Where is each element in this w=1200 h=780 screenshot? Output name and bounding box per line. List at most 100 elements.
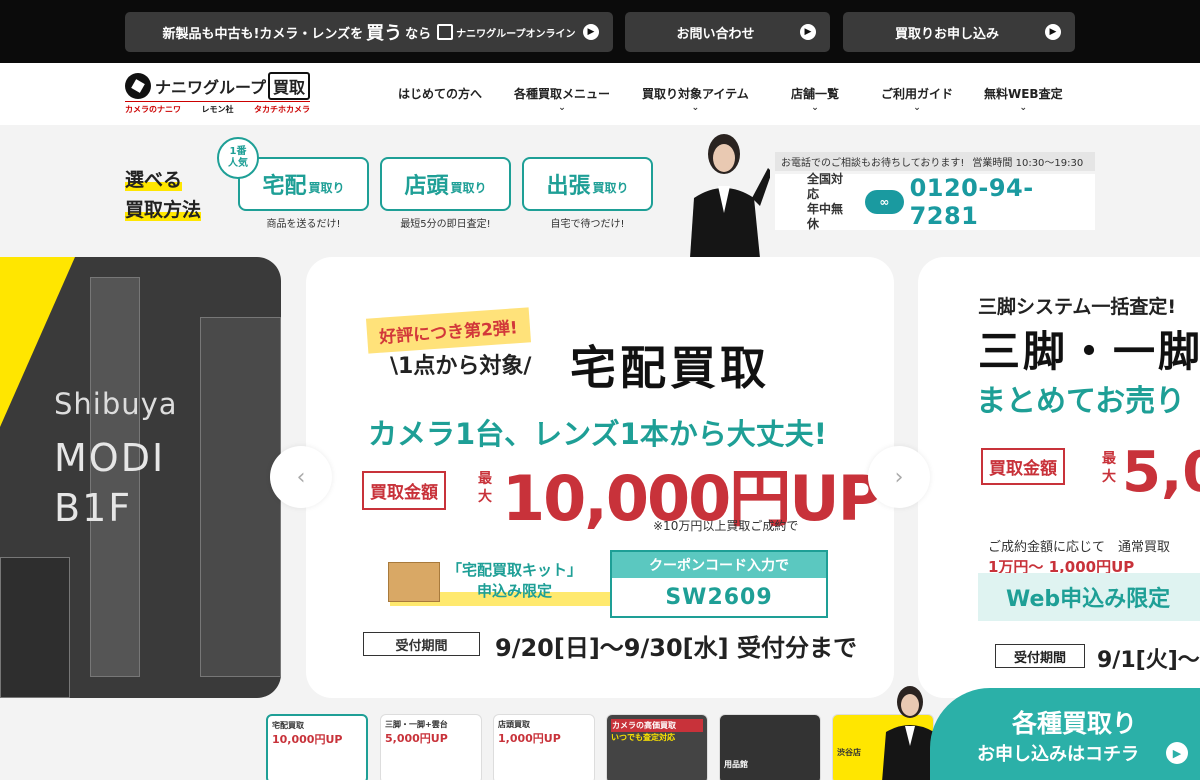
campaign-subtitle: カメラ1台、レンズ1本から大丈夫! bbox=[368, 417, 828, 451]
thumbnail-4[interactable]: カメラの高価買取 いつでも査定対応 bbox=[606, 714, 708, 780]
carousel-prev-button[interactable]: ‹ bbox=[270, 446, 332, 508]
thumb-title: 三脚・一脚+雲台 bbox=[385, 720, 448, 729]
method-caption: 自宅で待つだけ! bbox=[550, 219, 625, 230]
chevron-down-icon: ⌄ bbox=[558, 103, 566, 113]
max-label: 最大 bbox=[478, 471, 492, 505]
nav-label: 各種買取メニュー bbox=[514, 87, 611, 101]
nav-label: 店舗一覧 bbox=[791, 87, 840, 101]
methods-heading-line1: 選べる bbox=[125, 169, 183, 191]
sub-brands: カメラのナニワ レモン社 タカチホカメラ bbox=[125, 101, 310, 117]
method-sub: 買取り bbox=[592, 180, 629, 195]
arrow-right-icon: ▶ bbox=[1166, 742, 1188, 764]
thumbnail-3[interactable]: 店頭買取 1,000円UP bbox=[493, 714, 595, 780]
phone-bubble: お電話でのご相談もお待ちしております! 営業時間 10:30〜19:30 bbox=[775, 152, 1095, 171]
store-shelf bbox=[200, 317, 281, 677]
arrow-right-icon: ▶ bbox=[800, 24, 816, 40]
popular-badge: 1番 人気 bbox=[217, 137, 259, 179]
phone-number[interactable]: 0120-94-7281 bbox=[910, 174, 1095, 230]
method-caption: 最短5分の即日査定! bbox=[400, 219, 491, 230]
nav-label: 無料WEB査定 bbox=[984, 87, 1063, 101]
tripod-web-only: Web申込み限定 bbox=[978, 573, 1200, 621]
thumb-value: いつでも査定対応 bbox=[611, 733, 675, 742]
nav-label: はじめての方へ bbox=[398, 87, 483, 101]
thumb-value: 10,000円UP bbox=[272, 733, 343, 746]
from-one-item: \1点から対象/ bbox=[390, 354, 532, 379]
box-icon bbox=[388, 562, 440, 602]
tripod-max-label: 最大 bbox=[1102, 451, 1116, 485]
thumb-value: 1,000円UP bbox=[498, 732, 561, 745]
carousel-next-button[interactable]: › bbox=[868, 446, 930, 508]
nav-label: ご利用ガイド bbox=[881, 87, 954, 101]
slide-left-modi: MODI bbox=[54, 436, 166, 480]
nav-guide[interactable]: ご利用ガイド ⌄ bbox=[881, 85, 954, 113]
nav-buyback-menu[interactable]: 各種買取メニュー ⌄ bbox=[514, 85, 611, 113]
thumbnail-2[interactable]: 三脚・一脚+雲台 5,000円UP bbox=[380, 714, 482, 780]
tripod-period: 9/1[火]〜 bbox=[1097, 648, 1200, 673]
thumb-value: 5,000円UP bbox=[385, 732, 448, 745]
bubble-text: お電話でのご相談もお待ちしております! bbox=[781, 158, 965, 169]
phone-box[interactable]: 全国対応 年中無休 ∞ 0120-94-7281 bbox=[775, 172, 1095, 231]
sub-brand: カメラのナニワ bbox=[125, 105, 181, 114]
thumb-title: 宅配買取 bbox=[272, 721, 304, 730]
period-label: 受付期間 bbox=[363, 632, 480, 656]
campaign-title: 宅配買取 bbox=[570, 341, 770, 395]
slide-left-line2: MODI B1F bbox=[54, 433, 165, 533]
kit-text: 「宅配買取キット」 申込み限定 bbox=[447, 560, 582, 602]
nav-web-appraisal[interactable]: 無料WEB査定 ⌄ bbox=[984, 85, 1063, 113]
area-line2: 年中無休 bbox=[807, 202, 844, 231]
chevron-right-icon: › bbox=[894, 464, 904, 490]
chevron-down-icon: ⌄ bbox=[913, 103, 921, 113]
apply-cta-button[interactable]: 各種買取り お申し込みはコチラ ▶ bbox=[930, 688, 1200, 780]
staff-photo bbox=[680, 128, 770, 258]
tripod-line1: 三脚システム一括査定! bbox=[978, 296, 1177, 318]
logo-name: ナニワグループ bbox=[155, 78, 267, 97]
slide-left-line1: Shibuya bbox=[54, 387, 178, 421]
tripod-title: 三脚・一脚 bbox=[978, 327, 1200, 376]
freedial-icon: ∞ bbox=[865, 190, 904, 214]
chevron-down-icon: ⌄ bbox=[811, 103, 819, 113]
tripod-amount-label: 買取金額 bbox=[981, 448, 1065, 485]
method-caption: 商品を送るだけ! bbox=[266, 219, 341, 230]
promo-big: 買う bbox=[366, 23, 403, 44]
online-logo-text: ナニワグループオンライン bbox=[456, 28, 576, 40]
method-visit-button[interactable]: 出張 買取り bbox=[522, 157, 653, 211]
tripod-amount: 5,0 bbox=[1122, 440, 1200, 505]
nav-stores[interactable]: 店舗一覧 ⌄ bbox=[791, 85, 840, 113]
online-logo: ナニワグループオンライン bbox=[437, 24, 576, 40]
thumb-title: カメラの高価買取 bbox=[611, 719, 703, 732]
chevron-down-icon: ⌄ bbox=[1019, 103, 1028, 113]
amount-label: 買取金額 bbox=[362, 471, 446, 510]
tripod-period-label: 受付期間 bbox=[995, 644, 1085, 668]
online-logo-icon bbox=[437, 24, 454, 40]
area-line1: 全国対応 bbox=[807, 172, 844, 201]
chevron-down-icon: ⌄ bbox=[691, 103, 700, 113]
contact-button[interactable]: お問い合わせ ▶ bbox=[625, 12, 830, 52]
top-bar: 新製品も中古も!カメラ・レンズを 買う なら ナニワグループオンライン ▶ お問… bbox=[0, 0, 1200, 63]
contact-label: お問い合わせ bbox=[676, 26, 755, 42]
thumbnail-5[interactable]: 用品館 bbox=[719, 714, 821, 780]
method-main: 店頭 bbox=[404, 174, 449, 199]
tripod-note: ご成約金額に応じて 通常買取 bbox=[988, 540, 1171, 555]
method-main: 宅配 bbox=[262, 174, 307, 199]
store-shelf bbox=[0, 557, 70, 698]
nav-beginners[interactable]: はじめての方へ bbox=[398, 85, 482, 102]
thumbnail-1[interactable]: 宅配買取 10,000円UP bbox=[266, 714, 368, 780]
methods-heading-line2: 買取方法 bbox=[125, 199, 202, 221]
online-shop-link[interactable]: 新製品も中古も!カメラ・レンズを 買う なら ナニワグループオンライン ▶ bbox=[125, 12, 613, 52]
nav-label: 買取り対象アイテム bbox=[642, 87, 749, 101]
shutter-icon bbox=[125, 73, 151, 99]
apply-button[interactable]: 買取りお申し込み ▶ bbox=[843, 12, 1075, 52]
site-logo[interactable]: ナニワグループ 買取 bbox=[125, 72, 311, 100]
sub-brand: レモン社 bbox=[201, 105, 234, 114]
arrow-right-icon: ▶ bbox=[583, 24, 599, 40]
slide-left-floor: B1F bbox=[54, 486, 133, 530]
cta-line1: 各種買取り bbox=[1012, 709, 1138, 738]
campaign-period: 9/20[日]〜9/30[水] 受付分まで bbox=[495, 634, 857, 662]
sub-brand: タカチホカメラ bbox=[254, 105, 310, 114]
slide-shibuya[interactable]: Shibuya MODI B1F bbox=[0, 257, 281, 698]
nav-target-items[interactable]: 買取り対象アイテム ⌄ bbox=[642, 85, 749, 113]
logo-kaitori: 買取 bbox=[268, 72, 311, 100]
method-main: 出張 bbox=[546, 174, 591, 199]
cta-line2: お申し込みはコチラ bbox=[977, 744, 1139, 765]
method-store-button[interactable]: 店頭 買取り bbox=[380, 157, 511, 211]
